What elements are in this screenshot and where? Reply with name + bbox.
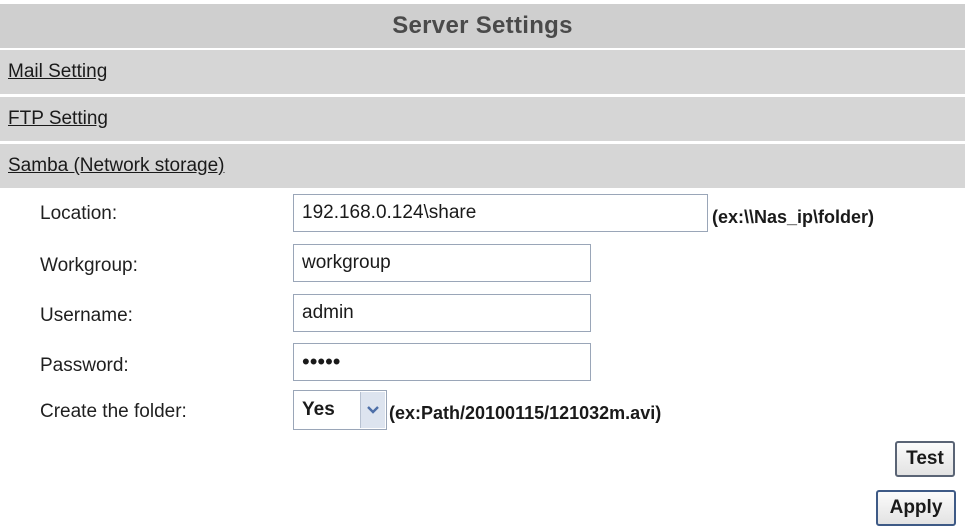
mail-setting-link[interactable]: Mail Setting bbox=[8, 61, 107, 83]
workgroup-label: Workgroup: bbox=[40, 255, 138, 276]
location-label: Location: bbox=[40, 203, 118, 224]
create-folder-selected-value: Yes bbox=[302, 399, 335, 420]
workgroup-input[interactable] bbox=[293, 244, 591, 282]
section-mail-setting: Mail Setting bbox=[0, 50, 965, 94]
password-label: Password: bbox=[40, 355, 129, 376]
server-settings-page: Server Settings Mail Setting FTP Setting… bbox=[0, 0, 965, 531]
section-ftp-setting: FTP Setting bbox=[0, 97, 965, 141]
location-input[interactable] bbox=[293, 194, 708, 232]
page-title: Server Settings bbox=[0, 4, 965, 48]
samba-setting-link[interactable]: Samba (Network storage) bbox=[8, 155, 224, 177]
create-folder-label: Create the folder: bbox=[40, 401, 187, 422]
chevron-down-icon[interactable] bbox=[360, 392, 385, 428]
username-input[interactable] bbox=[293, 294, 591, 332]
create-folder-select[interactable]: Yes bbox=[293, 390, 387, 430]
create-folder-hint: (ex:Path/20100115/121032m.avi) bbox=[389, 403, 662, 423]
apply-button[interactable]: Apply bbox=[876, 490, 956, 526]
test-button[interactable]: Test bbox=[895, 441, 955, 477]
password-input[interactable] bbox=[293, 343, 591, 381]
location-hint: (ex:\\Nas_ip\folder) bbox=[712, 207, 875, 227]
username-label: Username: bbox=[40, 305, 133, 326]
section-samba-setting: Samba (Network storage) bbox=[0, 144, 965, 188]
ftp-setting-link[interactable]: FTP Setting bbox=[8, 108, 108, 130]
